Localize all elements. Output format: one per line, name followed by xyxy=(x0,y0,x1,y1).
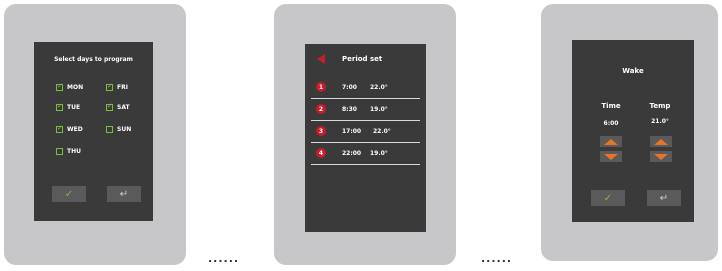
arrow-up-icon xyxy=(604,138,618,145)
day-label: SAT xyxy=(117,104,130,111)
arrow-down-icon xyxy=(654,153,668,160)
period-time: 7:00 xyxy=(342,84,357,91)
time-increase-button[interactable] xyxy=(600,136,622,147)
screen-select-days: Select days to program MON TUE WED THU F… xyxy=(34,42,153,221)
day-wed[interactable]: WED xyxy=(56,124,83,133)
period-row[interactable]: 2 8:30 19.0° xyxy=(305,99,426,121)
thermostat-device-2: Period set 1 7:00 22.0° 2 8:30 19.0° 3 1… xyxy=(274,4,456,265)
divider xyxy=(311,164,420,165)
period-temp: 22.0° xyxy=(370,84,388,91)
period-number-badge: 3 xyxy=(316,126,326,136)
temp-value: 21.0° xyxy=(651,118,669,125)
period-temp: 22.0° xyxy=(373,128,391,135)
back-button[interactable]: ↵ xyxy=(647,190,681,206)
check-icon: ✓ xyxy=(603,192,613,204)
temp-label: Temp xyxy=(649,102,671,110)
arrow-up-icon xyxy=(654,138,668,145)
check-icon: ✓ xyxy=(64,188,74,200)
period-row[interactable]: 3 17:00 22.0° xyxy=(305,121,426,143)
checkbox-checked-icon xyxy=(106,82,113,91)
day-label: FRI xyxy=(117,84,128,91)
day-label: WED xyxy=(67,126,83,133)
period-time: 22:00 xyxy=(342,150,362,157)
period-time: 17:00 xyxy=(342,128,362,135)
day-label: TUE xyxy=(67,104,81,111)
page-title: Select days to program xyxy=(54,56,133,63)
period-temp: 19.0° xyxy=(370,150,388,157)
time-decrease-button[interactable] xyxy=(600,151,622,162)
checkbox-checked-icon xyxy=(56,102,63,111)
checkbox-unchecked-icon xyxy=(106,126,113,133)
checkbox-unchecked-icon xyxy=(56,148,63,155)
return-icon: ↵ xyxy=(119,188,129,200)
page-title: Wake xyxy=(622,67,644,75)
day-fri[interactable]: FRI xyxy=(106,82,128,91)
back-button[interactable]: ↵ xyxy=(107,186,141,202)
temp-decrease-button[interactable] xyxy=(650,151,672,162)
checkbox-checked-icon xyxy=(56,82,63,91)
period-number-badge: 1 xyxy=(316,82,326,92)
flow-connector-dots: ...... xyxy=(481,252,513,265)
flow-connector-dots: ...... xyxy=(208,252,240,265)
checkbox-checked-icon xyxy=(106,102,113,111)
time-label: Time xyxy=(601,102,621,110)
day-tue[interactable]: TUE xyxy=(56,102,81,111)
checkbox-checked-icon xyxy=(56,124,63,133)
period-number-badge: 2 xyxy=(316,104,326,114)
thermostat-device-1: Select days to program MON TUE WED THU F… xyxy=(4,4,186,265)
day-label: MON xyxy=(67,84,84,91)
return-icon: ↵ xyxy=(659,192,669,204)
screen-period-set: Period set 1 7:00 22.0° 2 8:30 19.0° 3 1… xyxy=(305,44,426,232)
screen-wake: Wake Time 6:00 Temp 21.0° ✓ ↵ xyxy=(572,40,694,222)
period-row[interactable]: 4 22:00 19.0° xyxy=(305,143,426,165)
day-thu[interactable]: THU xyxy=(56,148,81,155)
arrow-down-icon xyxy=(604,153,618,160)
back-arrow-icon[interactable] xyxy=(317,54,325,64)
thermostat-device-3: Wake Time 6:00 Temp 21.0° ✓ ↵ xyxy=(541,4,718,261)
temp-increase-button[interactable] xyxy=(650,136,672,147)
period-row[interactable]: 1 7:00 22.0° xyxy=(305,77,426,99)
day-label: SUN xyxy=(117,126,132,133)
period-number-badge: 4 xyxy=(316,148,326,158)
day-sat[interactable]: SAT xyxy=(106,102,130,111)
period-temp: 19.0° xyxy=(370,106,388,113)
day-label: THU xyxy=(67,148,81,155)
confirm-button[interactable]: ✓ xyxy=(52,186,86,202)
confirm-button[interactable]: ✓ xyxy=(591,190,625,206)
page-title: Period set xyxy=(342,55,383,63)
day-sun[interactable]: SUN xyxy=(106,126,131,133)
period-time: 8:30 xyxy=(342,106,357,113)
day-mon[interactable]: MON xyxy=(56,82,84,91)
time-value: 6:00 xyxy=(603,120,619,127)
